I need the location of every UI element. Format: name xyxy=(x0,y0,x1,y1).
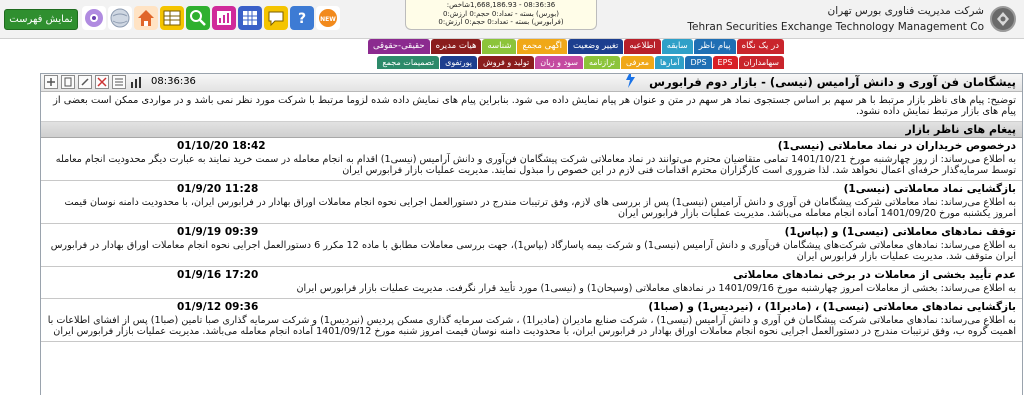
top-bar: نمایش فهرست ? NEW 08:36:36 - 1,668,186.9… xyxy=(0,0,1024,39)
edit-icon[interactable] xyxy=(78,75,92,89)
message-date: 01/9/12 09:36 xyxy=(177,301,259,313)
message-date: 01/9/16 17:20 xyxy=(177,269,259,281)
message-header: درخصوص خریداران در نماد معاملاتی (نیسی1)… xyxy=(47,138,1016,154)
tab-8[interactable]: هیات مدیره xyxy=(430,39,482,54)
main-panel: 08:36:36 پیشگامان فن آوری و دانش آرامیس … xyxy=(40,73,1023,395)
org-name-en: Tehran Securities Exchange Technology Ma… xyxy=(687,21,984,33)
home-icon[interactable] xyxy=(134,6,158,30)
market-summary: 08:36:36 - 1,668,186.93شاخص: (بورس) بسته… xyxy=(405,0,597,30)
message-title: درخصوص خریداران در نماد معاملاتی (نیسی1) xyxy=(777,140,1016,152)
messages-list: درخصوص خریداران در نماد معاملاتی (نیسی1)… xyxy=(41,138,1022,342)
section-title: پیغام های ناظر بازار xyxy=(41,122,1022,138)
bar-chart-icon[interactable] xyxy=(129,75,143,89)
message-item: بازگشایی نماد معاملاتی (نیسی1) 01/9/20 11… xyxy=(41,181,1022,224)
message-header: توقف نمادهای معاملاتی (نیسی1) و (بپاس1) 0… xyxy=(47,224,1016,240)
message-body: به اطلاع می‌رساند: نماد معاملاتی شرکت پی… xyxy=(64,197,1016,219)
clock-time: 08:36:36 xyxy=(151,76,196,87)
message-header: بازگشایی نمادهای معاملاتی (نیسی1) ، (ماد… xyxy=(47,299,1016,315)
tab-1[interactable]: در یک نگاه xyxy=(736,39,784,54)
org-logo-icon xyxy=(990,6,1016,32)
message-date: 01/10/20 18:42 xyxy=(177,140,266,152)
list-icon[interactable] xyxy=(112,75,126,89)
grid-icon[interactable] xyxy=(238,6,262,30)
message-title: عدم تأیید بخشی از معاملات در برخی نمادها… xyxy=(733,269,1016,281)
tab-7[interactable]: سود و زیان xyxy=(535,56,583,69)
chart-icon[interactable] xyxy=(212,6,236,30)
message-body: به اطلاع می‌رساند: از روز چهارشنبه مورخ … xyxy=(55,154,1016,176)
tab-9[interactable]: پورتفوی xyxy=(440,56,477,69)
message-header: عدم تأیید بخشی از معاملات در برخی نمادها… xyxy=(47,267,1016,283)
globe-icon[interactable] xyxy=(108,6,132,30)
tab-4[interactable]: اطلاعیه xyxy=(624,39,661,54)
svg-text:NEW: NEW xyxy=(320,16,336,23)
network-icon[interactable] xyxy=(82,6,106,30)
tab-10[interactable]: تصمیمات مجمع xyxy=(377,56,440,69)
tab-6[interactable]: ترازنامه xyxy=(583,56,620,69)
message-item: توقف نمادهای معاملاتی (نیسی1) و (بپاس1) 0… xyxy=(41,224,1022,267)
organization: شرکت مدیریت فناوری بورس تهران Tehran Sec… xyxy=(687,2,1016,36)
tab-2[interactable]: EPS xyxy=(712,56,738,69)
document-icon[interactable] xyxy=(61,75,75,89)
message-header: بازگشایی نماد معاملاتی (نیسی1) 01/9/20 11… xyxy=(47,181,1016,197)
message-icon[interactable] xyxy=(264,6,288,30)
message-title: توقف نمادهای معاملاتی (نیسی1) و (بپاس1) xyxy=(784,226,1016,238)
panel-title-bar: 08:36:36 پیشگامان فن آوری و دانش آرامیس … xyxy=(41,74,1022,92)
clock: 08:36:36 xyxy=(151,76,196,87)
panel-title: پیشگامان فن آوری و دانش آرامیس (نیسی) - … xyxy=(649,75,1016,89)
tools-icon[interactable] xyxy=(95,75,109,89)
message-title: بازگشایی نمادهای معاملاتی (نیسی1) ، (ماد… xyxy=(648,301,1016,313)
tab-5[interactable]: تغییر وضعیت xyxy=(568,39,624,54)
panel-tools xyxy=(44,75,143,89)
message-item: بازگشایی نمادهای معاملاتی (نیسی1) ، (ماد… xyxy=(41,299,1022,342)
market-line: (بورس) بسته - تعداد:0 حجم:0 ارزش:0 xyxy=(443,9,559,18)
message-date: 01/9/19 09:39 xyxy=(177,226,259,238)
message-title: بازگشایی نماد معاملاتی (نیسی1) xyxy=(843,183,1016,195)
toolbar-icons: ? NEW xyxy=(82,4,340,34)
tab-6[interactable]: اگهی مجمع xyxy=(517,39,568,54)
svg-text:?: ? xyxy=(298,11,306,27)
tab-4[interactable]: آمارها xyxy=(655,56,685,69)
add-icon[interactable] xyxy=(44,75,58,89)
tab-1[interactable]: سهامداران xyxy=(738,56,784,69)
tab-3[interactable]: سابقه xyxy=(661,39,693,54)
search-icon[interactable] xyxy=(186,6,210,30)
description: توضیح: پیام های ناظر بازار مرتبط با هر س… xyxy=(41,92,1022,122)
tab-2[interactable]: پیام ناظر xyxy=(693,39,736,54)
category-tabs-row-1: در یک نگاه پیام ناظر سابقه اطلاعیه تغییر وضع… xyxy=(262,39,784,54)
help-icon[interactable]: ? xyxy=(290,6,314,30)
table-icon[interactable] xyxy=(160,6,184,30)
message-date: 01/9/20 11:28 xyxy=(177,183,259,195)
message-item: درخصوص خریداران در نماد معاملاتی (نیسی1)… xyxy=(41,138,1022,181)
show-list-button[interactable]: نمایش فهرست xyxy=(4,9,78,30)
tab-9[interactable]: حقیقی-حقوقی xyxy=(367,39,430,54)
message-item: عدم تأیید بخشی از معاملات در برخی نمادها… xyxy=(41,267,1022,299)
tab-5[interactable]: معرفی xyxy=(620,56,654,69)
tab-8[interactable]: تولید و فروش xyxy=(477,56,535,69)
tab-7[interactable]: شناسه xyxy=(482,39,517,54)
lightning-icon xyxy=(624,74,636,91)
message-body: به اطلاع می‌رساند: نمادهای معاملاتی شرکت… xyxy=(47,315,1016,337)
message-body: به اطلاع می‌رساند: بخشی از معاملات امروز… xyxy=(296,283,1016,294)
market-line: 08:36:36 - 1,668,186.93شاخص: xyxy=(446,1,556,9)
tab-3[interactable]: DPS xyxy=(685,56,712,69)
category-tabs-row-2: سهامداران EPS DPS آمارها معرفی ترازنامه سود و … xyxy=(262,56,784,69)
new-badge-icon[interactable]: NEW xyxy=(316,6,340,30)
message-body: به اطلاع می‌رساند: نمادهای معاملاتی شرکت… xyxy=(50,240,1016,262)
market-line: (فرابورس) بسته - تعداد:0 حجم:0 ارزش:0 xyxy=(438,18,564,26)
org-name-fa: شرکت مدیریت فناوری بورس تهران xyxy=(827,5,984,17)
